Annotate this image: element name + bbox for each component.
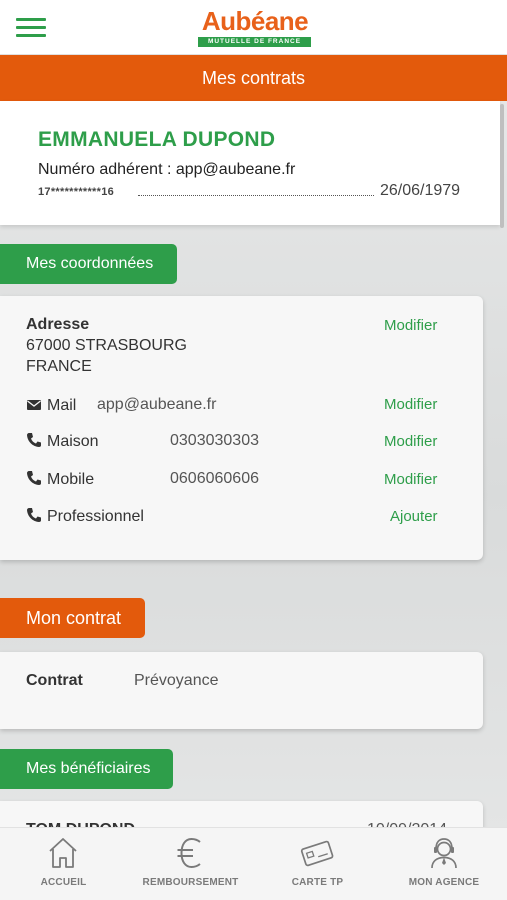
phone-icon	[27, 471, 41, 485]
page-title: Mes contrats	[0, 55, 507, 101]
modify-address-link[interactable]: Modifier	[384, 317, 437, 334]
contract-label: Contrat	[26, 672, 83, 689]
contract-value: Prévoyance	[134, 672, 219, 689]
nav-mon-agence[interactable]: MON AGENCE	[381, 828, 507, 900]
address-line2: FRANCE	[26, 358, 92, 375]
mail-icon	[27, 400, 41, 410]
address-line1: 67000 STRASBOURG	[26, 337, 187, 354]
card-icon	[300, 840, 334, 867]
menu-icon[interactable]	[16, 18, 46, 38]
home-phone-value: 0303030303	[170, 432, 259, 449]
agent-icon	[431, 838, 457, 869]
nav-carte-tp[interactable]: CARTE TP	[254, 828, 381, 900]
nav-remboursement-label: REMBOURSEMENT	[142, 877, 239, 888]
nav-accueil-label: ACCUEIL	[40, 877, 87, 888]
modify-home-phone-link[interactable]: Modifier	[384, 433, 437, 450]
nav-accueil[interactable]: ACCUEIL	[0, 828, 127, 900]
logo-tagline: MUTUELLE DE FRANCE	[198, 37, 311, 47]
aubeane-logo: Aubéane MUTUELLE DE FRANCE	[197, 6, 313, 48]
nav-carte-tp-label: CARTE TP	[291, 877, 344, 888]
nav-remboursement[interactable]: REMBOURSEMENT	[127, 828, 254, 900]
member-masked-id: 17***********16	[38, 186, 115, 198]
member-card: EMMANUELA DUPOND Numéro adhérent : app@a…	[0, 101, 500, 225]
address-label: Adresse	[26, 316, 90, 333]
section-coordonnees-title: Mes coordonnées	[0, 244, 177, 284]
logo-text: Aubéane	[201, 6, 309, 36]
contrat-card: Contrat Prévoyance	[0, 652, 483, 729]
scrollbar[interactable]	[500, 104, 504, 228]
member-number: Numéro adhérent : app@aubeane.fr	[38, 161, 296, 178]
nav-mon-agence-label: MON AGENCE	[408, 877, 480, 888]
bottom-navigation: ACCUEIL REMBOURSEMENT CARTE TP MON AGENC…	[0, 827, 507, 900]
dotted-divider	[138, 195, 374, 196]
pro-phone-label: Professionnel	[47, 508, 144, 525]
phone-icon	[27, 508, 41, 522]
mail-value: app@aubeane.fr	[97, 396, 217, 413]
mobile-phone-value: 0606060606	[170, 470, 259, 487]
section-contrat-title: Mon contrat	[0, 598, 145, 638]
mobile-phone-label: Mobile	[47, 471, 95, 488]
mail-label: Mail	[47, 397, 77, 414]
section-beneficiaires-title: Mes bénéficiaires	[0, 749, 173, 789]
member-birth-date: 26/06/1979	[380, 182, 461, 199]
coordonnees-card: Adresse 67000 STRASBOURG FRANCE Modifier…	[0, 296, 483, 560]
euro-icon	[177, 837, 201, 869]
add-pro-phone-link[interactable]: Ajouter	[390, 508, 438, 525]
home-phone-label: Maison	[47, 433, 99, 450]
modify-mail-link[interactable]: Modifier	[384, 396, 437, 413]
modify-mobile-phone-link[interactable]: Modifier	[384, 471, 437, 488]
app-header: Aubéane MUTUELLE DE FRANCE	[0, 0, 507, 55]
home-icon	[49, 838, 77, 868]
member-name: EMMANUELA DUPOND	[38, 128, 276, 151]
phone-icon	[27, 433, 41, 447]
